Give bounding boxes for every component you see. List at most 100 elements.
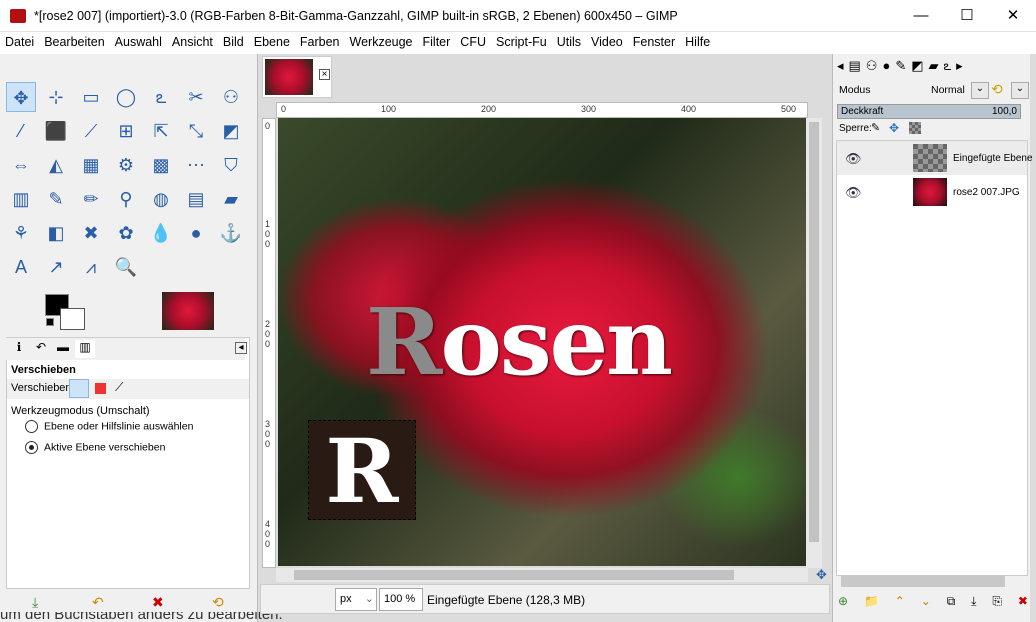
tool-button-16[interactable]: ▦	[76, 150, 106, 180]
visibility-eye-icon[interactable]: 👁	[845, 185, 862, 201]
delete-layer-button[interactable]: ✖	[1018, 594, 1028, 609]
close-image-tab-icon[interactable]: ×	[319, 69, 330, 80]
tool-button-8[interactable]: ⬛	[41, 116, 71, 146]
visibility-eye-icon[interactable]: 👁	[845, 151, 862, 167]
minimize-button[interactable]: —	[898, 0, 944, 32]
scrollbar-thumb[interactable]	[294, 570, 734, 580]
tab-images[interactable]: ▬	[53, 340, 73, 358]
anchor-layer-button[interactable]: ⤓	[971, 594, 976, 609]
menu-ebene[interactable]: Ebene	[249, 32, 295, 52]
menu-ansicht[interactable]: Ansicht	[167, 32, 218, 52]
tool-button-14[interactable]: ⇔	[6, 150, 36, 180]
tool-button-36[interactable]: ↗	[41, 252, 71, 282]
horizontal-scrollbar[interactable]	[276, 568, 808, 582]
tool-button-38[interactable]: 🔍	[111, 252, 141, 282]
tool-button-4[interactable]: ఽ	[146, 82, 176, 112]
tool-button-25[interactable]: ◍	[146, 184, 176, 214]
menu-cfu[interactable]: CFU	[455, 32, 491, 52]
tool-button-28[interactable]: ⚘	[6, 218, 36, 248]
menu-farben[interactable]: Farben	[295, 32, 345, 52]
tool-button-22[interactable]: ✎	[41, 184, 71, 214]
menu-auswahl[interactable]: Auswahl	[110, 32, 167, 52]
active-image-thumbnail[interactable]	[162, 292, 214, 330]
tool-button-7[interactable]: ⁄	[6, 116, 36, 146]
tool-button-9[interactable]: ⟋	[76, 116, 106, 146]
composite-dropdown-icon[interactable]: ⌄	[1011, 82, 1029, 99]
pasted-layer-letter[interactable]: R	[308, 420, 416, 521]
lock-alpha-icon[interactable]	[909, 122, 921, 134]
menu-bearbeiten[interactable]: Bearbeiten	[39, 32, 109, 52]
menu-bild[interactable]: Bild	[218, 32, 249, 52]
mode-dropdown-icon[interactable]: ⌄	[971, 82, 989, 99]
tool-button-13[interactable]: ◩	[216, 116, 246, 146]
menu-datei[interactable]: Datei	[0, 32, 39, 52]
unit-select[interactable]: px ⌄	[335, 588, 377, 611]
reset-colors-icon[interactable]	[46, 318, 54, 326]
menu-video[interactable]: Video	[586, 32, 628, 52]
layer-name[interactable]: rose2 007.JPG	[953, 187, 1020, 198]
reset-tool-options-button[interactable]: ⟲	[212, 594, 224, 611]
tool-button-33[interactable]: ●	[181, 218, 211, 248]
layer-row[interactable]: 👁 rose2 007.JPG	[837, 175, 1027, 209]
menu-fenster[interactable]: Fenster	[628, 32, 680, 52]
duplicate-layer-button[interactable]: ⧉	[947, 594, 956, 609]
raise-layer-button[interactable]: ⌃	[895, 594, 905, 609]
dock-tabs[interactable]: ◂▤⚇●✎◩▰ఽ▸	[837, 58, 968, 77]
menu-hilfe[interactable]: Hilfe	[680, 32, 715, 52]
restore-tool-preset-button[interactable]: ↶	[92, 594, 104, 611]
tool-button-31[interactable]: ✿	[111, 218, 141, 248]
tool-button-34[interactable]: ⚓	[216, 218, 246, 248]
tab-undo-history[interactable]: ↶	[31, 340, 51, 358]
panel-menu-icon[interactable]: ◂	[235, 342, 247, 354]
background-color[interactable]	[60, 308, 85, 330]
tool-button-3[interactable]: ◯	[111, 82, 141, 112]
scrollbar-thumb[interactable]	[809, 122, 819, 542]
tool-button-11[interactable]: ⇱	[146, 116, 176, 146]
lower-layer-button[interactable]: ⌄	[921, 594, 931, 609]
tool-button-32[interactable]: 💧	[146, 218, 176, 248]
menu-utils[interactable]: Utils	[552, 32, 586, 52]
menu-filter[interactable]: Filter	[418, 32, 456, 52]
tool-button-1[interactable]: ⊹	[41, 82, 71, 112]
tool-button-23[interactable]: ✏	[76, 184, 106, 214]
new-layer-group-button[interactable]: 📁	[864, 594, 879, 609]
delete-tool-preset-button[interactable]: ✖	[152, 594, 164, 611]
save-tool-preset-button[interactable]: ⤓	[32, 594, 38, 611]
radio-pick-layer[interactable]: Ebene oder Hilfslinie auswählen	[25, 420, 193, 433]
tool-button-37[interactable]: ⩘	[76, 252, 106, 282]
tool-button-15[interactable]: ◭	[41, 150, 71, 180]
vertical-ruler[interactable]: 0 100 200 300 400	[262, 118, 276, 568]
vertical-scrollbar[interactable]	[806, 118, 822, 568]
tool-button-0[interactable]: ✥	[6, 82, 36, 112]
tool-button-5[interactable]: ✂	[181, 82, 211, 112]
tool-button-21[interactable]: ▥	[6, 184, 36, 214]
tool-button-12[interactable]: ⤡	[181, 116, 211, 146]
image-tab[interactable]: ×	[262, 56, 332, 98]
layer-row[interactable]: 👁 Eingefügte Ebene	[837, 141, 1033, 175]
menu-werkzeuge[interactable]: Werkzeuge	[345, 32, 418, 52]
tool-button-19[interactable]: ⋯	[181, 150, 211, 180]
tool-button-10[interactable]: ⊞	[111, 116, 141, 146]
lock-position-icon[interactable]: ✥	[889, 121, 899, 135]
image-canvas[interactable]: Rosen R	[278, 118, 806, 566]
layer-name[interactable]: Eingefügte Ebene	[953, 153, 1033, 164]
tool-button-20[interactable]: ⛉	[216, 150, 246, 180]
close-button[interactable]: ✕	[990, 0, 1036, 32]
layers-scrollbar[interactable]	[841, 575, 1005, 587]
new-layer-button[interactable]: ⊕	[838, 594, 848, 609]
tool-button-27[interactable]: ▰	[216, 184, 246, 214]
navigate-icon[interactable]: ✥	[816, 567, 827, 583]
tool-button-24[interactable]: ⚲	[111, 184, 141, 214]
tab-device-status[interactable]: ℹ	[9, 340, 29, 358]
tool-button-30[interactable]: ✖	[76, 218, 106, 248]
switch-mode-icon[interactable]: ⟲	[991, 81, 1003, 98]
tool-button-26[interactable]: ▤	[181, 184, 211, 214]
mode-select[interactable]: Normal	[931, 84, 965, 96]
move-path-icon[interactable]: ⟋	[115, 380, 123, 395]
tool-button-35[interactable]: A	[6, 252, 36, 282]
menu-script-fu[interactable]: Script-Fu	[491, 32, 552, 52]
tab-tool-options[interactable]: ▥	[75, 340, 95, 358]
move-selection-icon[interactable]	[95, 383, 106, 394]
opacity-slider[interactable]: Deckkraft 100,0	[837, 104, 1021, 119]
move-layer-icon[interactable]	[69, 379, 89, 398]
